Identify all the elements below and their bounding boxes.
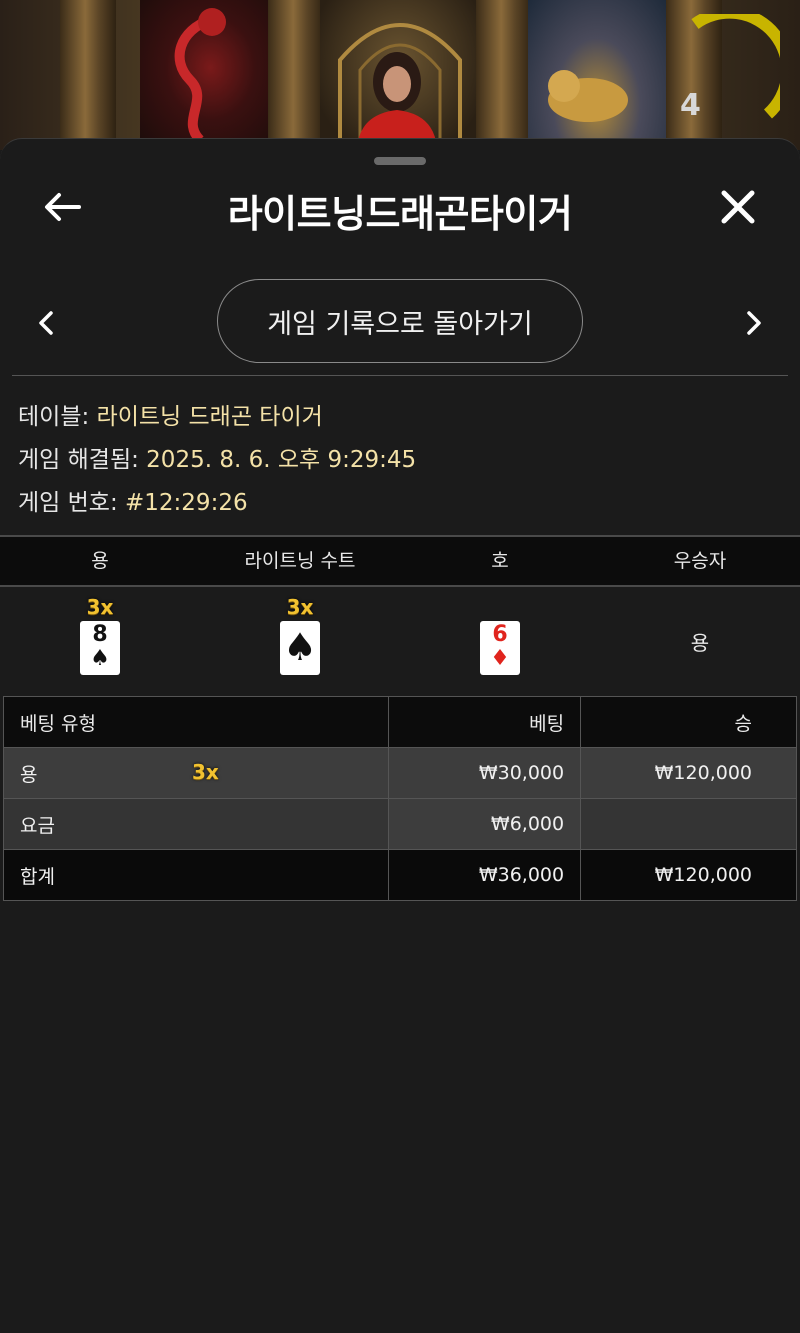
result-row: 3x 8 ♠ 3x ♠ 6 ♦ 용 — [0, 587, 800, 697]
bet-amount: ₩30,000 — [388, 747, 582, 799]
spade-icon: ♠ — [282, 625, 318, 669]
win-amount: ₩120,000 — [580, 849, 797, 901]
dragon-card-rank: 8 — [92, 622, 108, 647]
table-row: 용 3x ₩30,000 ₩120,000 — [2, 747, 797, 799]
bet-multiplier-badge: 3x — [192, 760, 219, 784]
previous-game-button[interactable] — [30, 305, 62, 345]
result-header-tiger: 호 — [491, 550, 509, 572]
pillar — [268, 0, 324, 150]
dragon-result-cell: 3x 8 ♠ — [0, 587, 200, 697]
back-arrow-icon — [43, 192, 81, 226]
winner-cell: 용 — [600, 587, 800, 697]
spade-icon: ♠ — [90, 646, 110, 671]
info-table-value: 라이트닝 드래곤 타이거 — [96, 404, 323, 430]
bets-header-bet: 베팅 — [388, 696, 582, 748]
bet-amount: ₩6,000 — [388, 798, 582, 850]
info-resolved-line: 게임 해결됨: 2025. 8. 6. 오후 9:29:45 — [18, 440, 416, 474]
next-game-button[interactable] — [738, 305, 770, 345]
countdown-timer-ring — [650, 6, 794, 144]
bet-type-cell: 용 3x — [2, 747, 390, 799]
divider — [12, 375, 788, 376]
info-number-line: 게임 번호: #12:29:26 — [18, 483, 248, 517]
tiger-artwork — [528, 0, 666, 150]
dragon-card: 8 ♠ — [80, 621, 120, 675]
result-header-winner: 우승자 — [673, 550, 727, 572]
info-number-value: #12:29:26 — [125, 490, 248, 516]
result-header: 용 라이트닝 수트 호 우승자 — [0, 535, 800, 587]
bets-header-win: 승 — [580, 696, 797, 748]
dealer-video — [352, 48, 442, 148]
info-number-label: 게임 번호: — [18, 490, 126, 516]
diamond-icon: ♦ — [490, 646, 510, 671]
win-amount: ₩120,000 — [580, 747, 797, 799]
win-amount — [580, 798, 797, 850]
bets-table: 베팅 유형 베팅 승 용 3x ₩30,000 ₩120,000 요금 ₩6,0… — [2, 696, 797, 901]
tiger-card-rank: 6 — [492, 622, 508, 647]
back-button[interactable] — [38, 187, 86, 231]
page-title: 라이트닝드래곤타이거 — [227, 192, 573, 236]
info-table-line: 테이블: 라이트닝 드래곤 타이거 — [18, 397, 323, 431]
result-header-lightning-suit: 라이트닝 수트 — [244, 550, 356, 572]
live-video-backdrop: 4 — [0, 0, 800, 150]
bet-type: 용 — [20, 763, 38, 786]
table-row-total: 합계 ₩36,000 ₩120,000 — [2, 849, 797, 901]
back-to-history-button[interactable]: 게임 기록으로 돌아가기 — [217, 279, 583, 363]
info-table-label: 테이블: — [18, 404, 97, 430]
bets-header-row: 베팅 유형 베팅 승 — [2, 696, 797, 748]
pillar — [476, 0, 532, 150]
countdown-timer-value: 4 — [680, 88, 701, 123]
table-row: 요금 ₩6,000 — [2, 798, 797, 850]
info-resolved-value: 2025. 8. 6. 오후 9:29:45 — [146, 447, 417, 473]
lightning-multiplier-badge: 3x — [286, 595, 314, 619]
close-icon — [720, 189, 756, 229]
chevron-left-icon — [37, 309, 55, 341]
winner-value: 용 — [690, 631, 710, 655]
bet-type: 요금 — [2, 798, 390, 850]
lightning-suit-cell: 3x ♠ — [200, 587, 400, 697]
chevron-right-icon — [745, 309, 763, 341]
drag-handle[interactable] — [374, 157, 426, 165]
close-button[interactable] — [714, 185, 762, 233]
tiger-result-cell: 6 ♦ — [400, 587, 600, 697]
pillar — [60, 0, 116, 150]
result-header-dragon: 용 — [91, 550, 109, 572]
dragon-multiplier-badge: 3x — [86, 595, 114, 619]
lightning-suit-card: ♠ — [280, 621, 320, 675]
bets-header-type: 베팅 유형 — [2, 696, 390, 748]
info-resolved-label: 게임 해결됨: — [18, 447, 147, 473]
game-details-sheet: 라이트닝드래곤타이거 게임 기록으로 돌아가기 테이블: 라이트닝 드래곤 타이… — [0, 138, 800, 1333]
tiger-card: 6 ♦ — [480, 621, 520, 675]
bet-amount: ₩36,000 — [388, 849, 582, 901]
dragon-artwork — [140, 0, 268, 150]
bet-type: 합계 — [2, 849, 390, 901]
